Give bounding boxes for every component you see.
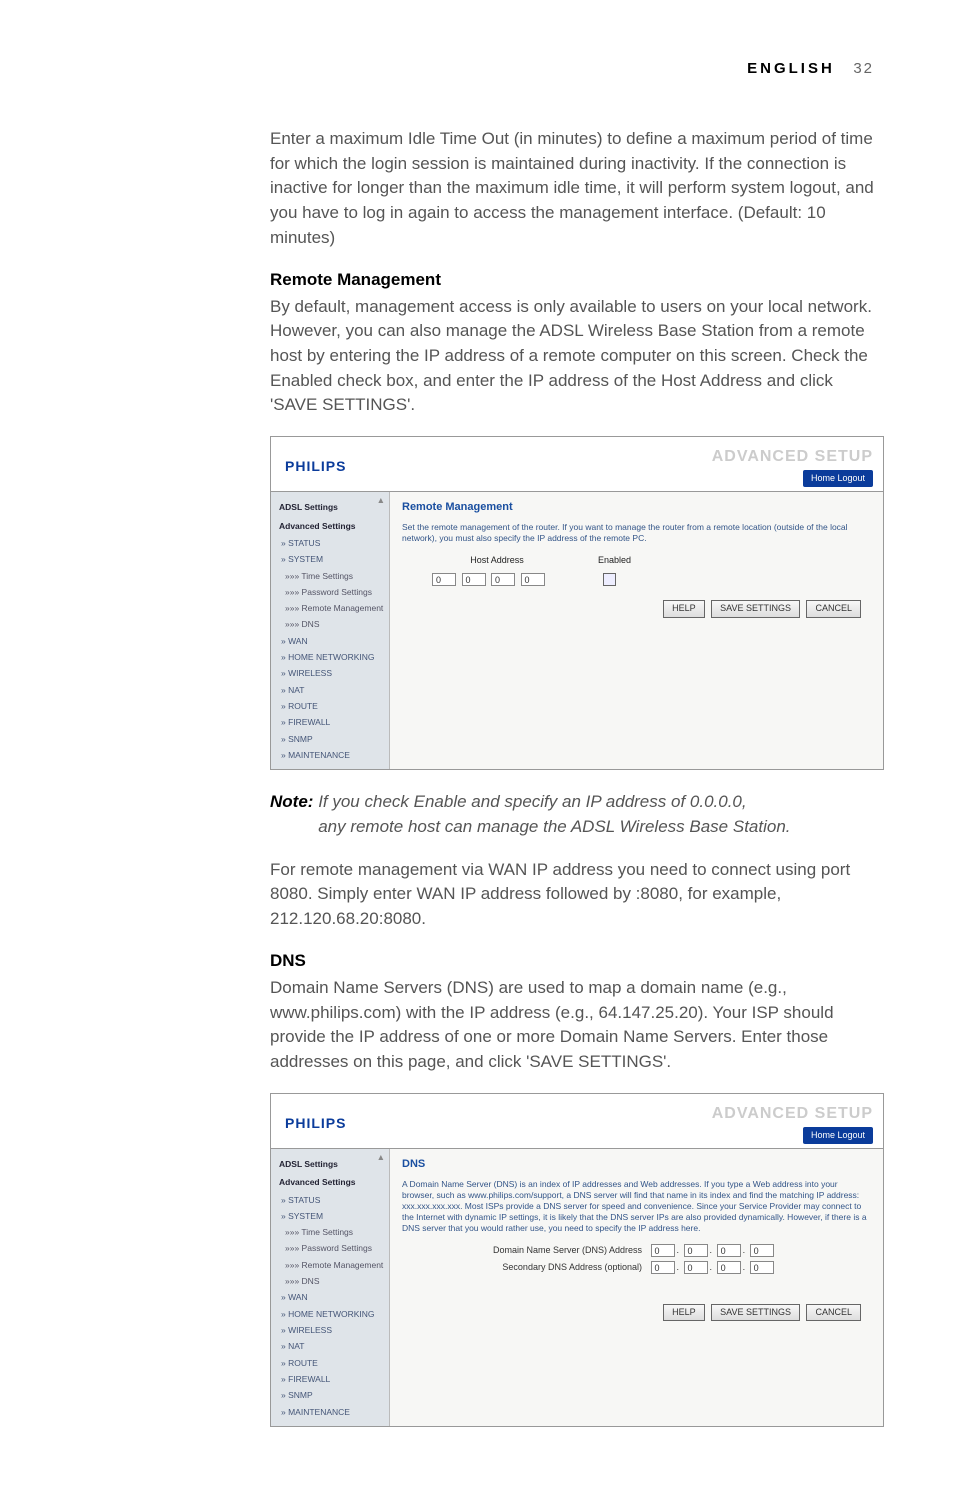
remote-mgmt-port-paragraph: For remote management via WAN IP address… <box>270 858 884 932</box>
enabled-checkbox[interactable] <box>603 573 616 586</box>
dns2-ip-3[interactable]: 0 <box>717 1261 741 1274</box>
note-label: Note: <box>270 792 313 811</box>
dns1-ip-3[interactable]: 0 <box>717 1244 741 1257</box>
remote-mgmt-heading: Remote Management <box>270 268 884 293</box>
dns1-ip-1[interactable]: 0 <box>651 1244 675 1257</box>
panel-desc-remote: Set the remote management of the router.… <box>402 522 871 544</box>
save-settings-button[interactable]: SAVE SETTINGS <box>711 1304 800 1321</box>
sidebar-item-wan[interactable]: » WAN <box>271 1289 389 1305</box>
header-page-no: 32 <box>853 60 874 77</box>
dns-primary-label: Domain Name Server (DNS) Address <box>462 1244 648 1257</box>
sidebar: ▲ ADSL Settings Advanced Settings » STAT… <box>271 492 390 769</box>
sidebar-item-system[interactable]: » SYSTEM <box>271 551 389 567</box>
sidebar-item-time[interactable]: »»» Time Settings <box>271 1224 389 1240</box>
sidebar-item-route[interactable]: » ROUTE <box>271 1355 389 1371</box>
sidebar-item-snmp[interactable]: » SNMP <box>271 731 389 747</box>
home-logout-bar[interactable]: Home Logout <box>803 470 873 487</box>
sidebar-group-advanced[interactable]: Advanced Settings <box>271 517 389 535</box>
cancel-button[interactable]: CANCEL <box>806 1304 861 1321</box>
sidebar-item-wan[interactable]: » WAN <box>271 633 389 649</box>
panel-desc-dns: A Domain Name Server (DNS) is an index o… <box>402 1179 871 1234</box>
dns-screenshot: PHILIPS ADVANCED SETUP Home Logout ▲ ADS… <box>270 1093 884 1427</box>
sidebar-item-route[interactable]: » ROUTE <box>271 698 389 714</box>
sidebar-item-firewall[interactable]: » FIREWALL <box>271 714 389 730</box>
panel-title-remote: Remote Management <box>402 500 871 516</box>
dns2-ip-2[interactable]: 0 <box>684 1261 708 1274</box>
help-button[interactable]: HELP <box>663 600 705 617</box>
sidebar-item-dns[interactable]: »»» DNS <box>271 1273 389 1289</box>
home-logout-bar[interactable]: Home Logout <box>803 1127 873 1144</box>
sidebar-item-password[interactable]: »»» Password Settings <box>271 1240 389 1256</box>
host-ip-1[interactable]: 0 <box>432 573 456 586</box>
note-line1: If you check Enable and specify an IP ad… <box>318 792 746 811</box>
note-line2: any remote host can manage the ADSL Wire… <box>318 817 790 836</box>
dns2-ip-4[interactable]: 0 <box>750 1261 774 1274</box>
host-ip-2[interactable]: 0 <box>462 573 486 586</box>
sidebar-item-remote-mgmt[interactable]: »»» Remote Management <box>271 600 389 616</box>
sidebar-group-advanced[interactable]: Advanced Settings <box>271 1173 389 1191</box>
advanced-setup-title: ADVANCED SETUP <box>712 448 873 465</box>
sidebar-item-nat[interactable]: » NAT <box>271 682 389 698</box>
sidebar-group-adsl[interactable]: ADSL Settings <box>271 1155 389 1173</box>
idle-timeout-paragraph: Enter a maximum Idle Time Out (in minute… <box>270 127 884 250</box>
col-enabled: Enabled <box>585 554 645 567</box>
col-host-address: Host Address <box>432 554 562 567</box>
advanced-setup-title: ADVANCED SETUP <box>712 1105 873 1122</box>
sidebar-item-password[interactable]: »»» Password Settings <box>271 584 389 600</box>
philips-logo: PHILIPS <box>285 1113 346 1133</box>
header-lang: ENGLISH <box>747 60 835 77</box>
save-settings-button[interactable]: SAVE SETTINGS <box>711 600 800 617</box>
dns-heading: DNS <box>270 949 884 974</box>
sidebar-item-wireless[interactable]: » WIRELESS <box>271 665 389 681</box>
cancel-button[interactable]: CANCEL <box>806 600 861 617</box>
sidebar-item-home-net[interactable]: » HOME NETWORKING <box>271 1306 389 1322</box>
sidebar-item-status[interactable]: » STATUS <box>271 535 389 551</box>
dns-body: Domain Name Servers (DNS) are used to ma… <box>270 976 884 1075</box>
sidebar: ▲ ADSL Settings Advanced Settings » STAT… <box>271 1149 390 1426</box>
scroll-up-icon[interactable]: ▲ <box>377 1151 385 1163</box>
sidebar-item-dns[interactable]: »»» DNS <box>271 616 389 632</box>
sidebar-item-snmp[interactable]: » SNMP <box>271 1387 389 1403</box>
dns-secondary-label: Secondary DNS Address (optional) <box>462 1261 648 1274</box>
help-button[interactable]: HELP <box>663 1304 705 1321</box>
sidebar-item-maintenance[interactable]: » MAINTENANCE <box>271 1404 389 1420</box>
sidebar-group-adsl[interactable]: ADSL Settings <box>271 498 389 516</box>
philips-logo: PHILIPS <box>285 456 346 476</box>
sidebar-item-maintenance[interactable]: » MAINTENANCE <box>271 747 389 763</box>
dns1-ip-2[interactable]: 0 <box>684 1244 708 1257</box>
panel-title-dns: DNS <box>402 1157 871 1173</box>
sidebar-item-wireless[interactable]: » WIRELESS <box>271 1322 389 1338</box>
sidebar-item-home-net[interactable]: » HOME NETWORKING <box>271 649 389 665</box>
sidebar-item-status[interactable]: » STATUS <box>271 1192 389 1208</box>
scroll-up-icon[interactable]: ▲ <box>377 494 385 506</box>
sidebar-item-nat[interactable]: » NAT <box>271 1338 389 1354</box>
dns1-ip-4[interactable]: 0 <box>750 1244 774 1257</box>
sidebar-item-system[interactable]: » SYSTEM <box>271 1208 389 1224</box>
host-ip-4[interactable]: 0 <box>521 573 545 586</box>
page-header: ENGLISH 32 <box>70 60 884 77</box>
remote-mgmt-screenshot: PHILIPS ADVANCED SETUP Home Logout ▲ ADS… <box>270 436 884 770</box>
sidebar-item-firewall[interactable]: » FIREWALL <box>271 1371 389 1387</box>
host-ip-3[interactable]: 0 <box>491 573 515 586</box>
sidebar-item-remote-mgmt[interactable]: »»» Remote Management <box>271 1257 389 1273</box>
sidebar-item-time[interactable]: »»» Time Settings <box>271 568 389 584</box>
note-block: Note: If you check Enable and specify an… <box>270 790 884 839</box>
remote-mgmt-body: By default, management access is only av… <box>270 295 884 418</box>
dns2-ip-1[interactable]: 0 <box>651 1261 675 1274</box>
